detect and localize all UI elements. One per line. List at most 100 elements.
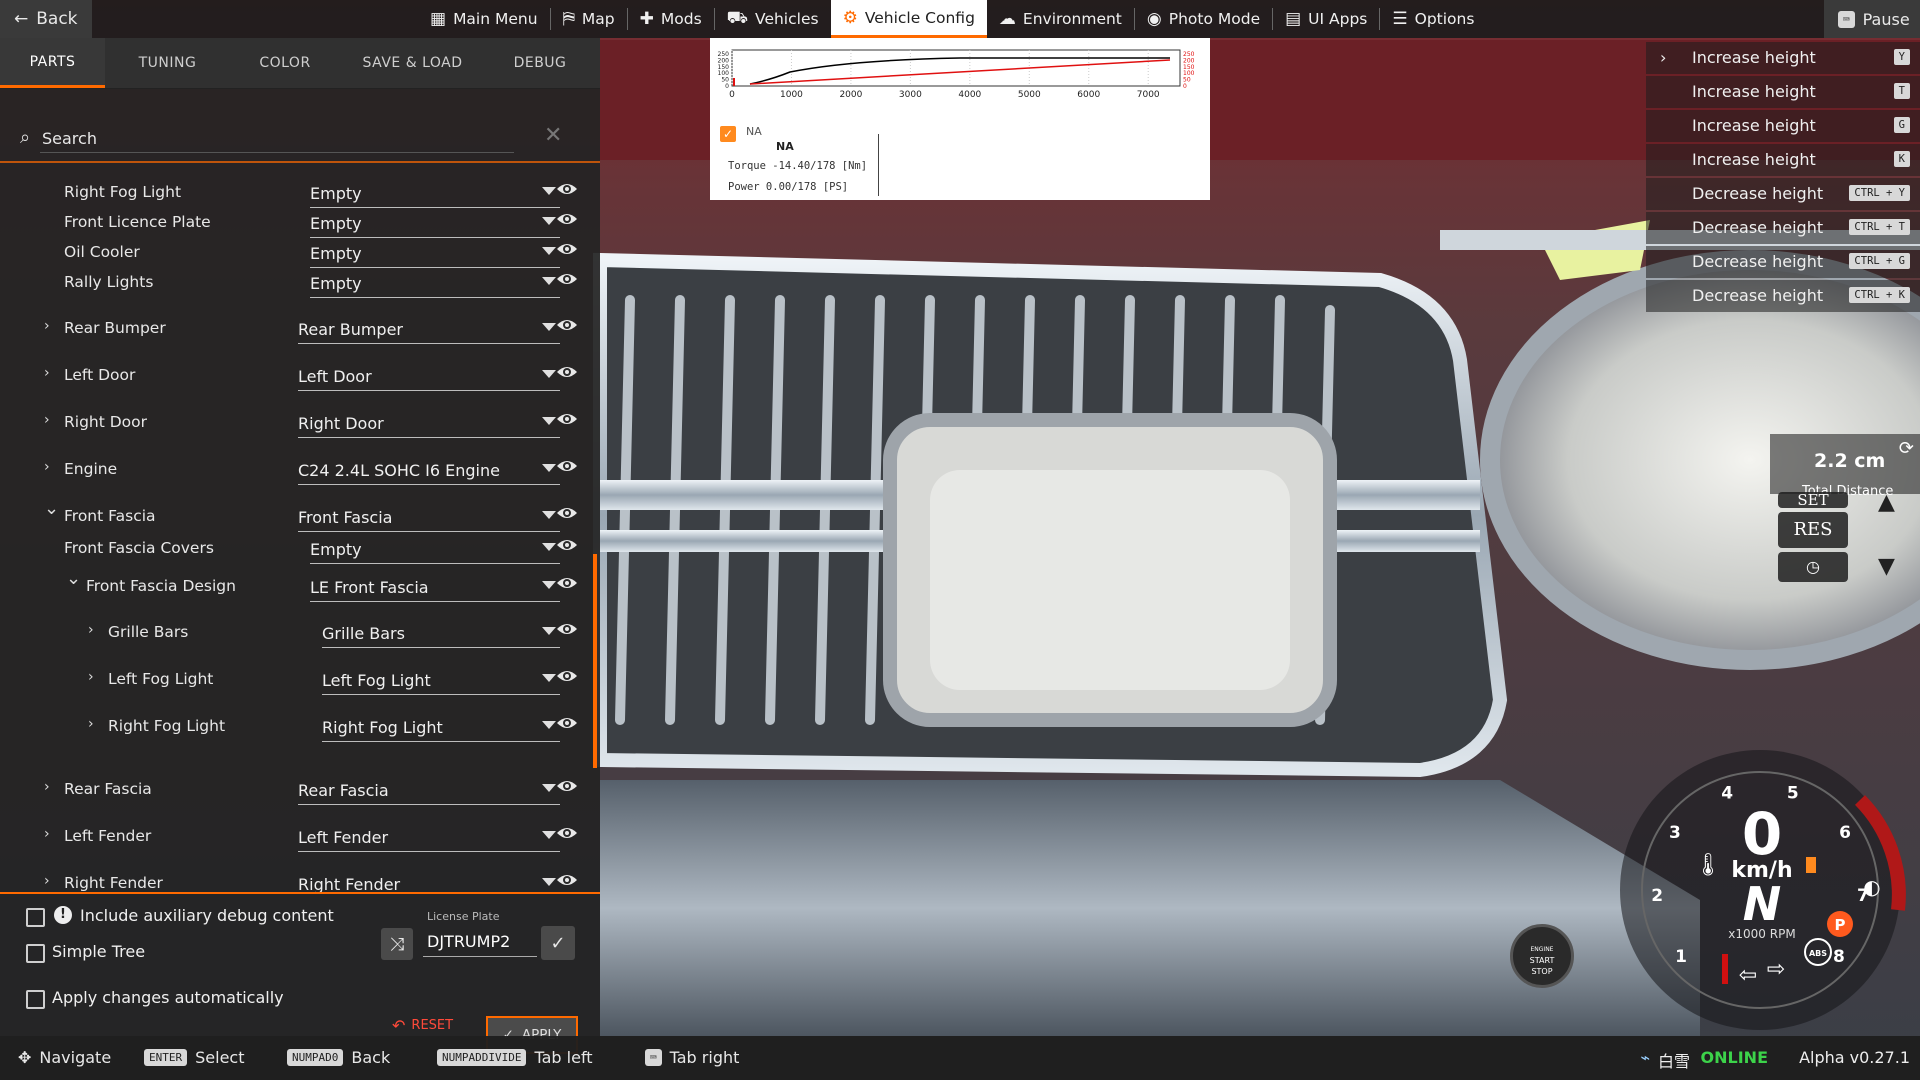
cruise-up-icon[interactable]: ▲	[1878, 490, 1895, 515]
part-select[interactable]: C24 2.4L SOHC I6 Engine	[298, 455, 560, 485]
part-row-front-fascia-design[interactable]: ⌄ Front Fascia Design LE Front Fascia	[0, 566, 600, 606]
chevron-right-icon[interactable]: ›	[1660, 48, 1666, 67]
tab-tuning[interactable]: TUNING	[105, 38, 230, 88]
cruise-res-button[interactable]: RES	[1778, 512, 1848, 548]
part-select-value: Empty	[310, 274, 362, 293]
dropdown-arrow-icon	[542, 784, 556, 792]
na-checkbox[interactable]: ✓	[720, 126, 736, 142]
part-select[interactable]: Grille Bars	[322, 618, 560, 648]
search-input[interactable]	[40, 124, 514, 153]
visibility-eye-icon[interactable]	[556, 822, 578, 844]
chevron-right-icon[interactable]: ›	[44, 779, 50, 795]
chevron-right-icon[interactable]: ›	[44, 412, 50, 428]
part-select[interactable]: Right Fender	[298, 869, 560, 892]
pause-button[interactable]: ⌨ Pause	[1824, 0, 1920, 38]
chevron-right-icon[interactable]: ›	[44, 459, 50, 475]
part-row-engine[interactable]: › Engine C24 2.4L SOHC I6 Engine	[0, 449, 600, 489]
cruise-set-button[interactable]: SET	[1778, 492, 1848, 508]
visibility-eye-icon[interactable]	[556, 178, 578, 200]
part-row-left-fog-light[interactable]: › Left Fog Light Left Fog Light	[0, 659, 600, 699]
part-row-left-fender[interactable]: › Left Fender Left Fender	[0, 816, 600, 856]
x-tick-label: 5000	[1018, 90, 1041, 100]
chevron-right-icon[interactable]: ›	[44, 826, 50, 842]
nav-ui-apps[interactable]: ▤ UI Apps	[1273, 0, 1379, 38]
part-select[interactable]: Rear Bumper	[298, 314, 560, 344]
part-select-value: Right Fender	[298, 875, 401, 892]
visibility-eye-icon[interactable]	[556, 208, 578, 230]
hint-back: NUMPAD0 Back	[287, 1048, 390, 1067]
part-row-right-fog-light[interactable]: › Right Fog Light Right Fog Light	[0, 706, 600, 746]
visibility-eye-icon[interactable]	[556, 665, 578, 687]
nav-environment[interactable]: ☁ Environment	[987, 0, 1134, 38]
part-row-right-fender[interactable]: › Right Fender Right Fender	[0, 863, 600, 892]
include-debug-checkbox[interactable]	[26, 908, 45, 927]
nav-vehicle-config[interactable]: ⚙ Vehicle Config	[830, 0, 987, 38]
chevron-right-icon[interactable]: ›	[44, 318, 50, 334]
part-select[interactable]: Right Fog Light	[322, 712, 560, 742]
confirm-plate-button[interactable]: ✓	[541, 926, 575, 960]
parts-tree-scrollbar[interactable]	[593, 554, 597, 768]
visibility-eye-icon[interactable]	[556, 869, 578, 891]
visibility-eye-icon[interactable]	[556, 455, 578, 477]
visibility-eye-icon[interactable]	[556, 712, 578, 734]
visibility-eye-icon[interactable]	[556, 314, 578, 336]
part-select[interactable]: Left Door	[298, 361, 560, 391]
reset-button[interactable]: ↶ RESET	[392, 1016, 453, 1035]
nav-map[interactable]: ⛿ Map	[551, 0, 627, 38]
back-button[interactable]: ← Back	[0, 0, 92, 38]
visibility-eye-icon[interactable]	[556, 238, 578, 260]
part-select[interactable]: Left Fog Light	[322, 665, 560, 695]
part-row-front-fascia-covers[interactable]: Front Fascia Covers Empty	[0, 528, 600, 568]
start-stop-line-3: STOP	[1531, 967, 1553, 976]
reset-distance-icon[interactable]: ⟳	[1899, 438, 1914, 459]
keymap-key: K	[1893, 151, 1910, 167]
nav-vehicles[interactable]: ⛟ Vehicles	[715, 0, 831, 38]
apply-auto-checkbox[interactable]	[26, 990, 45, 1009]
part-select[interactable]: Right Door	[298, 408, 560, 438]
nav-mods[interactable]: ✚ Mods	[628, 0, 714, 38]
tab-color[interactable]: COLOR	[230, 38, 340, 88]
nav-main-menu[interactable]: ▦ Main Menu	[418, 0, 550, 38]
simple-tree-checkbox[interactable]	[26, 944, 45, 963]
chevron-right-icon[interactable]: ›	[88, 716, 94, 732]
visibility-eye-icon[interactable]	[556, 534, 578, 556]
nav-photo-mode[interactable]: ◉ Photo Mode	[1135, 0, 1272, 38]
chevron-right-icon[interactable]: ›	[44, 873, 50, 889]
chevron-right-icon[interactable]: ›	[88, 669, 94, 685]
part-select[interactable]: Empty	[310, 534, 560, 564]
visibility-eye-icon[interactable]	[556, 361, 578, 383]
random-plate-button[interactable]: ⤨	[381, 928, 413, 960]
part-select[interactable]: LE Front Fascia	[310, 572, 560, 602]
visibility-eye-icon[interactable]	[556, 502, 578, 524]
chevron-down-icon[interactable]: ⌄	[66, 568, 81, 589]
chevron-right-icon[interactable]: ›	[88, 622, 94, 638]
cruise-speed-button[interactable]: ◷	[1778, 552, 1848, 582]
visibility-eye-icon[interactable]	[556, 572, 578, 594]
tab-parts[interactable]: PARTS	[0, 38, 105, 88]
part-select[interactable]: Left Fender	[298, 822, 560, 852]
visibility-eye-icon[interactable]	[556, 408, 578, 430]
nav-options[interactable]: ☰ Options	[1380, 0, 1486, 38]
license-plate-input[interactable]	[423, 926, 537, 957]
part-select[interactable]: Rear Fascia	[298, 775, 560, 805]
part-row-rally-lights[interactable]: Rally Lights Empty	[0, 262, 600, 302]
cruise-down-icon[interactable]: ▼	[1878, 554, 1895, 579]
part-row-right-door[interactable]: › Right Door Right Door	[0, 402, 600, 442]
tab-debug[interactable]: DEBUG	[485, 38, 595, 88]
tab-save-load[interactable]: SAVE & LOAD	[340, 38, 485, 88]
search-underline	[0, 161, 600, 163]
chevron-down-icon[interactable]: ⌄	[44, 498, 59, 519]
visibility-eye-icon[interactable]	[556, 618, 578, 640]
part-select-value: Left Fog Light	[322, 671, 431, 690]
chevron-right-icon[interactable]: ›	[44, 365, 50, 381]
start-stop-button[interactable]: ENGINE START STOP	[1510, 924, 1574, 988]
clear-search-icon[interactable]: ✕	[544, 123, 562, 148]
part-row-grille-bars[interactable]: › Grille Bars Grille Bars	[0, 612, 600, 652]
visibility-eye-icon[interactable]	[556, 268, 578, 290]
part-row-rear-bumper[interactable]: › Rear Bumper Rear Bumper	[0, 308, 600, 348]
part-row-left-door[interactable]: › Left Door Left Door	[0, 355, 600, 395]
part-row-rear-fascia[interactable]: › Rear Fascia Rear Fascia	[0, 769, 600, 809]
visibility-eye-icon[interactable]	[556, 775, 578, 797]
rpm-tick-label: 3	[1669, 823, 1681, 843]
part-select[interactable]: Empty	[310, 268, 560, 298]
